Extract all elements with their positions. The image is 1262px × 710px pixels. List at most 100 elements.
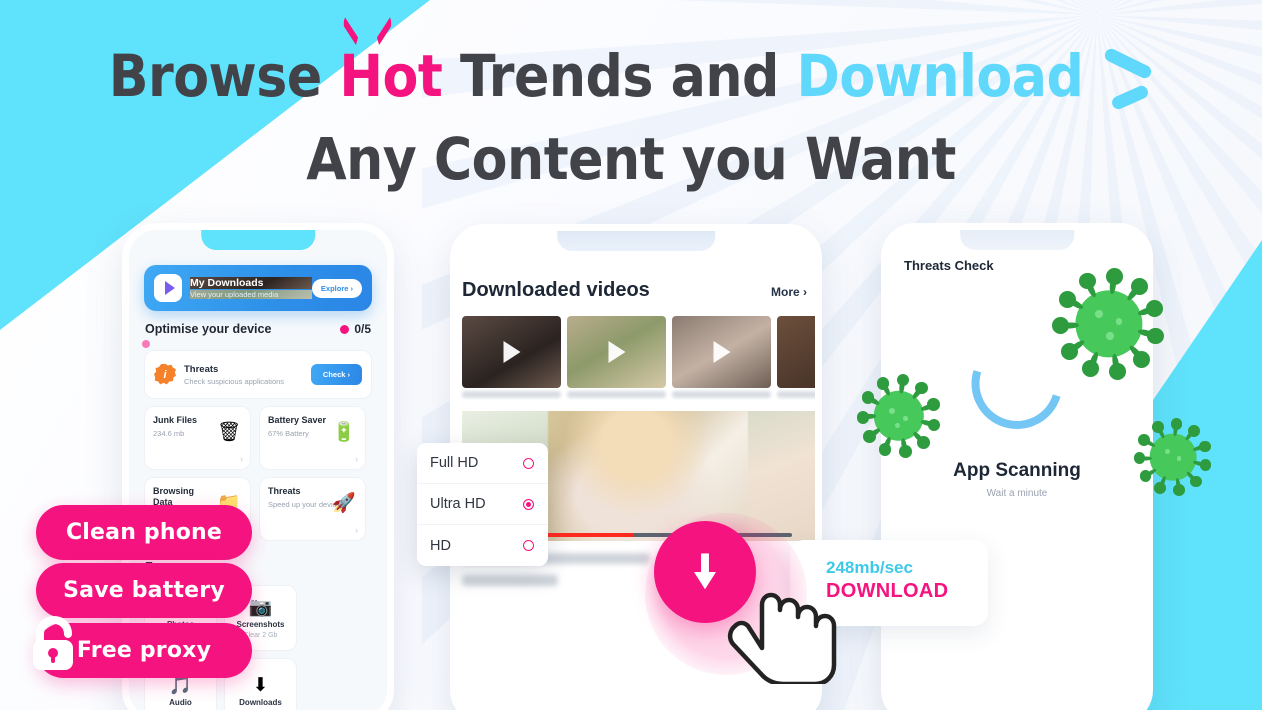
phone-notch [201,230,315,250]
chevron-right-icon: › [355,525,358,535]
download-arrow-icon [694,553,716,590]
download-icon: ⬇ [252,674,269,696]
radio-button-icon[interactable] [523,540,534,551]
virus-spike-knob [876,377,890,390]
junk-files-title: Junk Files [153,415,198,425]
video-thumbnail[interactable] [462,316,561,388]
virus-spike-knob [1133,452,1146,465]
virus-spike-knob [896,373,910,387]
virus-spike-knob [1190,475,1202,488]
virus-spike-knob [1061,343,1078,360]
threats-card[interactable]: Threats Check suspicious applications Ch… [144,350,372,399]
virus-spike-knob [1133,350,1151,368]
brand-chevron-icon [1101,46,1154,112]
play-icon [503,341,520,363]
video-caption [567,391,666,398]
screenshots-tile-title: Screenshots [236,619,285,629]
quality-option-hd[interactable]: HD [417,525,548,566]
virus-spike-knob [1079,272,1096,290]
virus-spike-knob [1146,300,1164,318]
alert-dot-icon [340,324,350,334]
optimise-section-title: Optimise your device [145,322,272,336]
feature-pill-save-battery[interactable]: Save battery [36,563,252,618]
feature-pill-label: Save battery [63,578,225,603]
virus-spike-knob [915,381,928,395]
audio-icon: 🎵 [168,674,193,696]
virus-spike-knob [1173,484,1185,496]
battery-saver-card[interactable]: Battery Saver 67% Battery 🔋 › [259,406,366,470]
phone-notch [960,230,1074,250]
virus-spike-knob [1082,360,1099,377]
virus-spike-knob [1105,267,1123,285]
virus-nucleus-dot [894,422,900,428]
video-caption-row [462,391,815,403]
virus-icon [856,373,941,458]
virus-spike-knob [1109,362,1126,380]
radio-button-selected-icon[interactable] [523,498,534,510]
quality-option-label: HD [430,537,451,554]
virus-spike-knob [1059,291,1076,308]
phone-notch [557,231,715,251]
virus-spike-knob [1052,317,1070,335]
explore-button[interactable]: Explore › [311,278,362,298]
virus-spike-knob [917,436,930,449]
check-button[interactable]: Check › [310,364,362,385]
quality-option-full-hd[interactable]: Full HD [417,443,548,484]
headline-line-1: Browse Hot Trends and Download [0,46,1262,112]
virus-nucleus-dot [903,416,909,421]
threats-card-text: Threats Check suspicious applications [184,364,311,386]
headline: Browse Hot Trends and Download Any Conte… [0,46,1262,189]
play-icon [713,341,730,363]
video-thumbnail-strip [462,316,815,388]
junk-files-card[interactable]: Junk Files 234.6 mb 🗑 › [144,406,251,470]
download-speed-label: DOWNLOAD [826,580,949,602]
download-speed-value: 248mb/sec [826,558,913,577]
video-thumbnail[interactable] [567,316,666,388]
feature-pill-label: Clean phone [65,520,223,545]
battery-icon: 🔋 [332,422,356,443]
optimise-progress-count: 0/5 [354,322,371,336]
threats-card-title: Threats [184,363,219,375]
description-line [462,575,558,586]
feature-pill-clean-phone[interactable]: Clean phone [36,505,252,560]
play-badge-icon [154,274,182,302]
virus-spike-knob [1188,425,1200,437]
video-caption [777,391,815,398]
more-link[interactable]: More › [771,285,807,299]
radio-button-icon[interactable] [523,457,534,469]
chevron-right-icon: › [240,454,243,464]
downloaded-videos-header: Downloaded videos More › [462,279,807,302]
speed-up-card[interactable]: Threats Speed up your device 🚀 › [259,477,366,541]
banner-text: My Downloads View your uploaded media [190,277,312,299]
virus-spike-knob [1154,482,1166,494]
virus-spike-knob [1147,327,1165,345]
virus-spike-knob [861,391,875,404]
quality-option-ultra-hd[interactable]: Ultra HD [417,484,548,525]
optimise-progress-badge: 0/5 [340,322,371,336]
quality-dropdown-menu[interactable]: Full HD Ultra HD HD [417,443,548,566]
my-downloads-banner[interactable]: My Downloads View your uploaded media Ex… [144,265,372,311]
headline-text-trends: Trends and [442,42,797,110]
virus-spike-knob [1130,278,1148,295]
virus-spike-knob [878,443,892,456]
video-thumbnail[interactable] [672,316,771,388]
video-thumbnail[interactable] [777,316,815,388]
virus-spike-knob [1139,470,1152,482]
virus-spike-knob [1199,459,1212,472]
play-icon [608,341,625,363]
virus-spike-knob [1138,434,1150,446]
video-caption [462,391,561,398]
virus-icon [1133,417,1212,496]
rocket-icon: 🚀 [332,493,356,514]
feature-pill-label: Free proxy [76,638,212,663]
screenshot-icon: 📷 [248,596,273,618]
chevron-right-icon: › [355,454,358,464]
hand-cursor-icon [727,592,837,684]
virus-spike-knob [927,418,941,432]
virus-icon [1052,267,1165,380]
headline-text-download: Download [796,42,1084,110]
headline-hot-label: Hot [339,42,443,110]
virus-spike-knob [856,410,870,424]
banner-title: My Downloads [190,277,312,289]
downloaded-videos-title: Downloaded videos [462,279,650,301]
